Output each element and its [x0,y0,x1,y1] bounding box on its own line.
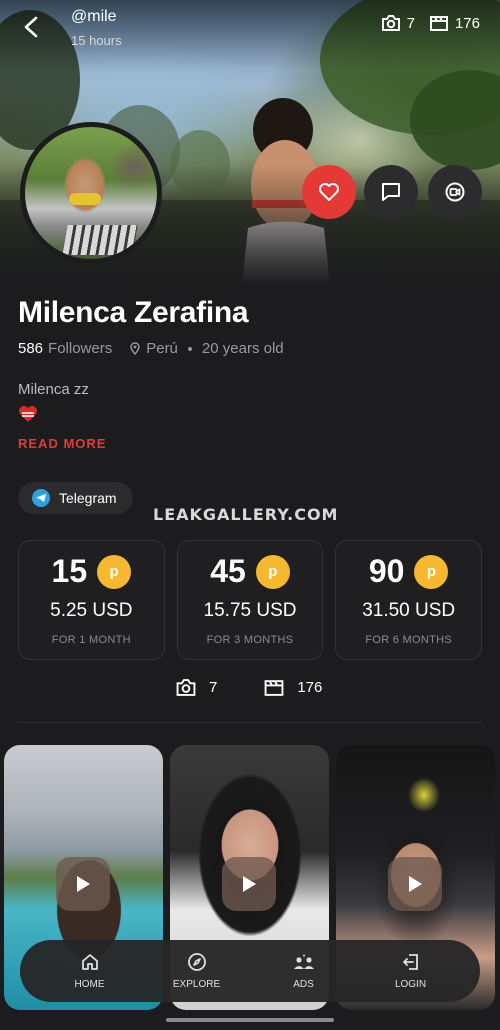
age-text: 20 years old [201,340,284,357]
nav-explore-label: EXPLORE [172,979,221,990]
chevron-left-icon [24,16,38,38]
play-button[interactable] [222,857,276,911]
header-photo-count: 7 [406,14,415,32]
coin-icon: p [414,554,449,589]
followers-count: 586 [18,340,44,357]
like-button[interactable] [302,165,356,219]
plan-usd: 31.50 USD [362,600,456,621]
ads-people-icon [293,954,314,969]
profile-active-time: 15 hours [71,33,122,48]
subscription-plans: 15 p 5.25 USD FOR 1 MONTH 45 p 15.75 USD… [18,540,483,660]
avatar[interactable] [20,122,162,264]
plan-3-months[interactable]: 45 p 15.75 USD FOR 3 MONTHS [176,540,324,660]
play-icon [77,876,90,892]
back-button[interactable] [14,10,48,44]
coin-icon: p [97,554,132,589]
login-icon [402,954,418,970]
message-button[interactable] [364,165,418,219]
videos-count: 176 [297,679,323,696]
profile-meta: 586 Followers Perú 20 years old [18,340,284,357]
nav-login[interactable]: LOGIN [371,952,451,990]
map-pin-icon [130,342,140,355]
profile-name: Milenca Zerafina [18,296,249,329]
nav-ads-label: ADS [293,979,314,990]
plan-period: FOR 3 MONTHS [206,634,294,646]
bio-text: Milenca zz [18,381,89,398]
nav-ads[interactable]: ADS [264,952,344,990]
chat-bubble-icon [382,183,400,201]
plan-period: FOR 6 MONTHS [365,634,453,646]
play-button[interactable] [56,857,110,911]
plan-price: 45 [210,553,246,589]
video-call-button[interactable] [428,165,482,219]
plan-usd: 15.75 USD [203,600,297,621]
telegram-label: Telegram [59,490,117,506]
camera-icon [176,679,196,696]
separator-dot [187,346,192,351]
nav-home-label: HOME [74,979,105,990]
media-counts: 7 176 [175,678,322,697]
watermark: LEAKGALLERY.COM [153,505,339,524]
nav-login-label: LOGIN [394,979,427,990]
location: Perú [130,340,178,357]
heart-icon [319,183,339,201]
nav-explore[interactable]: EXPLORE [157,952,237,990]
coin-icon: p [255,554,290,589]
home-icon [81,954,98,970]
telegram-icon [32,489,50,507]
home-indicator [166,1018,334,1022]
plan-6-months[interactable]: 90 p 31.50 USD FOR 6 MONTHS [335,540,483,660]
nav-home[interactable]: HOME [50,952,130,990]
plan-1-month[interactable]: 15 p 5.25 USD FOR 1 MONTH [18,540,165,660]
clapperboard-icon [264,680,284,696]
profile-handle: @mile [71,8,117,25]
photos-count: 7 [209,679,218,696]
divider [18,722,482,723]
camera-icon [381,15,400,31]
telegram-link[interactable]: Telegram [18,482,133,514]
compass-icon [187,953,206,971]
header-video-count: 176 [454,14,480,32]
clapperboard-icon [429,16,448,31]
followers-label: Followers [48,340,113,357]
read-more-link[interactable]: READ MORE [18,436,106,451]
photos-tab[interactable]: 7 [175,678,217,697]
header-media-stats: 7 176 [381,14,480,32]
bottom-navigation: HOME EXPLORE ADS LOGIN [20,940,480,1002]
plan-usd: 5.25 USD [50,600,133,621]
header-video-stat: 176 [429,14,480,32]
play-button[interactable] [388,857,442,911]
heart-emoji-icon [18,405,38,428]
play-icon [243,876,256,892]
location-text: Perú [146,340,178,357]
plan-price: 15 [51,553,88,589]
header-photo-stat: 7 [381,14,415,32]
plan-price: 90 [368,553,405,589]
videos-tab[interactable]: 176 [263,678,322,697]
plan-period: FOR 1 MONTH [51,634,131,646]
play-icon [409,876,422,892]
video-camera-icon [445,182,465,202]
